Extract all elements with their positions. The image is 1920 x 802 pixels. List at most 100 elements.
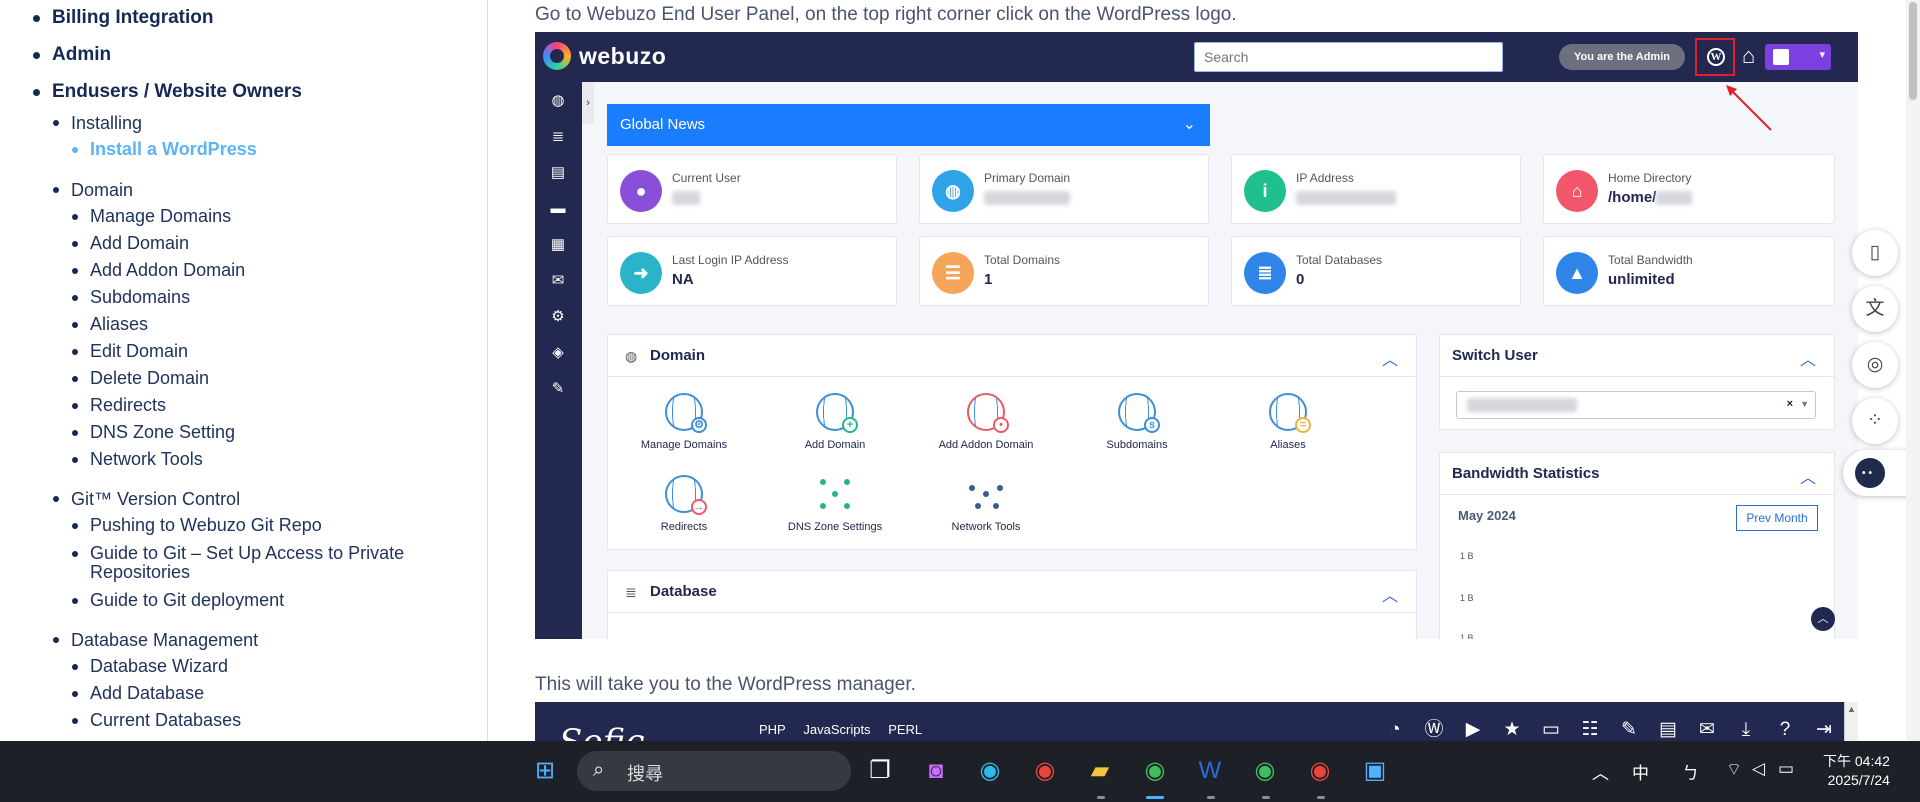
mail-icon[interactable]: ✉ <box>1695 718 1719 742</box>
sidebar-item-aliases[interactable]: Aliases <box>72 315 450 334</box>
prev-month-button[interactable]: Prev Month <box>1736 505 1818 531</box>
edge-icon[interactable]: ◉ <box>972 753 1008 789</box>
sidebar-item-add-database[interactable]: Add Database <box>72 684 450 703</box>
sidebar-item-install-wordpress[interactable]: Install a WordPress <box>72 140 450 159</box>
star-icon[interactable]: ★ <box>1500 718 1524 742</box>
word-icon[interactable]: W <box>1192 753 1228 789</box>
taskbar-search[interactable]: ⌕ 搜尋 <box>577 751 851 791</box>
tool-aliases[interactable]: = Aliases <box>1213 393 1363 451</box>
scrollbar-thumb[interactable] <box>1909 2 1917 100</box>
tool-subdomains[interactable]: s Subdomains <box>1062 393 1212 451</box>
mail-icon[interactable]: ✉ <box>549 272 567 290</box>
logout-icon[interactable]: ⇥ <box>1812 718 1836 742</box>
sidebar-item-network-tools[interactable]: Network Tools <box>72 450 450 469</box>
tool-manage-domains[interactable]: ⚙ Manage Domains <box>609 393 759 451</box>
sidebar-section-domain[interactable]: Domain <box>52 180 133 201</box>
chrome-icon[interactable]: ◉ <box>1137 753 1173 789</box>
clear-icon[interactable]: × <box>1787 398 1793 410</box>
help-icon[interactable]: ? <box>1773 718 1797 742</box>
sidebar-section-installing[interactable]: Installing <box>52 113 142 134</box>
file-explorer-icon[interactable]: ▰ <box>1082 753 1118 789</box>
windows-start-icon[interactable]: ⊞ <box>527 753 563 789</box>
sidebar-item-add-domain[interactable]: Add Domain <box>72 234 450 253</box>
global-news-bar[interactable]: Global News ⌄ <box>607 104 1210 146</box>
home-icon[interactable]: ⌂ <box>1742 43 1755 69</box>
gears-icon[interactable]: ⚙ <box>549 308 567 326</box>
sidebar-item-git-push[interactable]: Pushing to Webuzo Git Repo <box>72 516 450 535</box>
chevron-up-icon[interactable]: ︿ <box>1382 582 1398 606</box>
reader-icon[interactable]: ▯ <box>1852 230 1898 276</box>
battery-icon[interactable]: ▭ <box>1778 759 1794 779</box>
download-icon[interactable]: ⤓ <box>1734 718 1758 742</box>
chevron-up-icon[interactable]: ︿ <box>1800 464 1816 488</box>
switch-user-select[interactable]: × ▼ <box>1456 391 1816 419</box>
globe-icon[interactable]: ◍ <box>549 92 567 110</box>
sidebar-item-git-private-repo[interactable]: Guide to Git – Set Up Access to Private … <box>72 544 450 582</box>
sidebar-section-git[interactable]: Git™ Version Control <box>52 489 240 510</box>
chevron-down-icon[interactable]: ▼ <box>1800 399 1809 409</box>
wordpress-icon[interactable]: W <box>1707 48 1725 66</box>
task-view-icon[interactable]: ❐ <box>862 753 898 789</box>
domain-panel-header[interactable]: ◍ Domain ︿ <box>608 335 1416 377</box>
shield-icon[interactable]: ◈ <box>549 344 567 362</box>
switch-user-header[interactable]: Switch User ︿ <box>1440 335 1834 377</box>
tool-add-addon-domain[interactable]: • Add Addon Domain <box>911 393 1061 451</box>
tool-redirects[interactable]: → Redirects <box>609 475 759 533</box>
tab-javascripts[interactable]: JavaScripts <box>803 722 870 737</box>
sidebar-item-admin[interactable]: Admin <box>32 44 111 66</box>
chrome-icon[interactable]: ◉ <box>1247 753 1283 789</box>
sidebar-item-add-addon-domain[interactable]: Add Addon Domain <box>72 261 450 280</box>
sidebar-item-dns-zone-setting[interactable]: DNS Zone Setting <box>72 423 450 442</box>
sidebar-item-subdomains[interactable]: Subdomains <box>72 288 450 307</box>
ime-indicator[interactable]: 中 <box>1632 759 1649 784</box>
wordpress-icon[interactable]: Ⓦ <box>1422 718 1446 742</box>
sidebar-toggle-icon[interactable]: › <box>582 82 594 124</box>
page-scrollbar[interactable] <box>1906 0 1920 741</box>
wordpress-logo-highlight[interactable]: W <box>1695 38 1735 76</box>
database-icon[interactable]: ≣ <box>549 128 567 146</box>
chrome-icon[interactable]: ◉ <box>1027 753 1063 789</box>
tool-add-domain[interactable]: + Add Domain <box>760 393 910 451</box>
tab-perl[interactable]: PERL <box>888 722 922 737</box>
sidebar-item-manage-domains[interactable]: Manage Domains <box>72 207 450 226</box>
tab-php[interactable]: PHP <box>759 722 786 737</box>
scroll-to-top-button[interactable]: ︿ <box>1811 607 1835 631</box>
wrench-icon[interactable]: ✎ <box>1617 718 1641 742</box>
bandwidth-header[interactable]: Bandwidth Statistics ︿ <box>1440 453 1834 495</box>
system-clock[interactable]: 下午 04:42 2025/7/24 <box>1823 752 1890 790</box>
sidebar-item-endusers[interactable]: Endusers / Website Owners <box>33 81 302 103</box>
sidebar-item-edit-domain[interactable]: Edit Domain <box>72 342 450 361</box>
file-icon[interactable]: ▤ <box>1656 718 1680 742</box>
chevron-up-icon[interactable]: ︿ <box>1592 759 1609 784</box>
sidebar-item-delete-domain[interactable]: Delete Domain <box>72 369 450 388</box>
webuzo-search-input[interactable] <box>1194 42 1503 72</box>
ime-mode-icon[interactable]: ㄅ <box>1682 759 1699 784</box>
tool-dns-zone-settings[interactable]: DNS Zone Settings <box>760 475 910 533</box>
list-icon[interactable]: ☷ <box>1578 718 1602 742</box>
sidebar-section-database[interactable]: Database Management <box>52 630 258 651</box>
apps-icon[interactable]: ⁘ <box>1852 398 1898 444</box>
chevron-up-icon[interactable]: ︿ <box>1382 346 1398 370</box>
chrome-icon[interactable]: ◉ <box>1302 753 1338 789</box>
grid-icon[interactable]: ▦ <box>549 236 567 254</box>
archive-icon[interactable]: ▭ <box>1539 718 1563 742</box>
play-icon[interactable]: ▶ <box>1461 718 1485 742</box>
volume-icon[interactable]: ◁ <box>1752 759 1765 779</box>
wrench-icon[interactable]: ✎ <box>549 380 567 398</box>
file-icon[interactable]: ▤ <box>549 164 567 182</box>
wifi-icon[interactable]: ⌔ <box>1726 759 1742 780</box>
photos-icon[interactable]: ▣ <box>1357 753 1393 789</box>
sidebar-item-current-databases[interactable]: Current Databases <box>72 711 450 730</box>
chevron-up-icon[interactable]: ︿ <box>1800 346 1816 370</box>
tool-network-tools[interactable]: Network Tools <box>911 475 1061 533</box>
sidebar-item-git-deployment[interactable]: Guide to Git deployment <box>72 591 450 610</box>
sidebar-item-database-wizard[interactable]: Database Wizard <box>72 657 450 676</box>
podcast-icon[interactable]: ◎ <box>1852 342 1898 388</box>
app-icon[interactable]: ◙ <box>918 753 954 789</box>
sidebar-item-billing-integration[interactable]: Billing Integration <box>33 7 214 29</box>
translate-icon[interactable]: 文 <box>1852 286 1898 332</box>
user-menu-button[interactable] <box>1765 44 1831 70</box>
database-panel-header[interactable]: ≣ Database ︿ <box>608 571 1416 613</box>
folder-icon[interactable]: ▬ <box>549 200 567 218</box>
sidebar-item-redirects[interactable]: Redirects <box>72 396 450 415</box>
